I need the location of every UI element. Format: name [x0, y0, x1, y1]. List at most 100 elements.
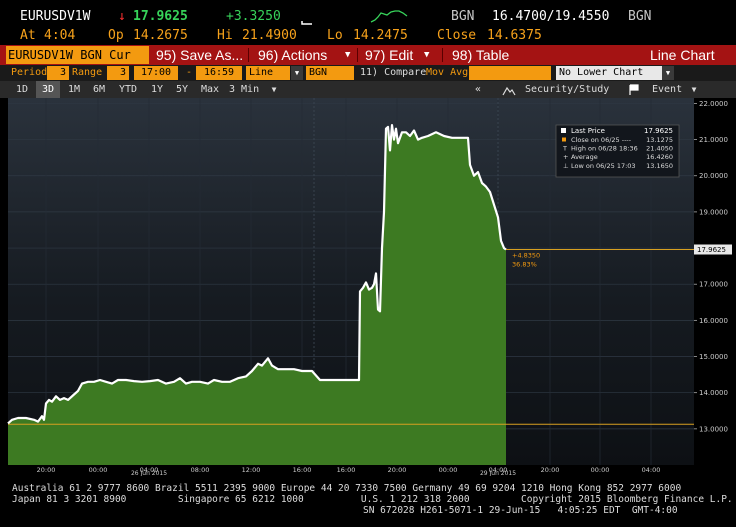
close-label: Close — [437, 28, 477, 43]
y-tick-label: 19.0000 — [699, 208, 728, 216]
save-as-button[interactable]: 95) Save As... — [156, 45, 243, 65]
open-label: Op — [108, 28, 124, 43]
range-button-1d[interactable]: 1D — [11, 81, 33, 98]
range-button-ytd[interactable]: YTD — [113, 81, 143, 98]
x-axis-band — [0, 465, 736, 476]
range-input[interactable]: 3 — [107, 66, 129, 80]
mountain-chart-icon[interactable] — [500, 81, 518, 98]
legend-label-low: Low on 06/25 17:03 — [571, 162, 636, 170]
event-dropdown-icon[interactable]: ▼ — [688, 81, 700, 98]
x-tick-label: 12:00 — [242, 466, 261, 474]
footer-line-1: Australia 61 2 9777 8600 Brazil 5511 239… — [12, 483, 682, 494]
chart-style-select[interactable]: Line — [246, 66, 290, 80]
legend-value-close: 13.1275 — [646, 136, 673, 144]
legend-label-high: High on 06/28 18:36 — [571, 145, 638, 153]
lower-chart-select[interactable]: No Lower Chart — [556, 66, 668, 80]
price-chart[interactable]: +4.8350 36.83% 13.0000 14.0000 15.0000 16.0… — [0, 98, 736, 476]
period-label: Period — [11, 67, 48, 78]
start-time-input[interactable]: 17:00 — [134, 66, 178, 80]
close-value: 14.6375 — [487, 28, 542, 43]
x-tick-label: 08:00 — [191, 466, 210, 474]
down-arrow-icon: ↓ — [118, 9, 126, 24]
at-time: 4:04 — [44, 28, 76, 43]
x-tick-label: 20:00 — [541, 466, 560, 474]
edit-menu[interactable]: 97) Edit — [365, 45, 413, 65]
x-tick-label: 20:00 — [37, 466, 56, 474]
command-bar: EURUSDV1W BGN Cur 95) Save As... 96) Act… — [0, 45, 736, 65]
range-button-1m[interactable]: 1M — [63, 81, 85, 98]
x-tick-label: 00:00 — [89, 466, 108, 474]
x-tick-label: 16:00 — [293, 466, 312, 474]
x-tick-label: 20:00 — [388, 466, 407, 474]
compare-button[interactable]: 11) Compare — [360, 66, 426, 80]
range-button-5y[interactable]: 5Y — [171, 81, 193, 98]
y-tick-label: 14.0000 — [699, 389, 728, 397]
x-tick-label: 00:00 — [439, 466, 458, 474]
end-time-input[interactable]: 16:59 — [196, 66, 242, 80]
event-button[interactable]: Event — [652, 81, 686, 98]
bid-ask: 16.4700/19.4550 — [492, 9, 610, 24]
y-tick-label: 21.0000 — [699, 136, 728, 144]
legend-label-last: Last Price — [571, 127, 605, 135]
chart-style-dropdown-icon[interactable]: ▼ — [291, 66, 303, 80]
last-price: 17.9625 — [133, 9, 188, 24]
legend-value-average: 16.4260 — [646, 153, 673, 161]
period-bar: Period 3 Range 3 17:00 - 16:59 Line ▼ BG… — [0, 65, 736, 81]
divider — [248, 48, 249, 62]
period-input[interactable]: 3 — [47, 66, 69, 80]
source-input[interactable]: BGN — [306, 66, 354, 80]
legend-swatch-last — [561, 128, 566, 133]
date-label: 29 Jun 2015 — [480, 470, 516, 476]
open-value: 14.2675 — [133, 28, 188, 43]
range-button-1y[interactable]: 1Y — [146, 81, 168, 98]
ticker-input[interactable]: EURUSDV1W BGN Cur — [6, 46, 149, 64]
collapse-panel-icon[interactable]: « — [470, 81, 486, 98]
divider — [442, 48, 443, 62]
security-study-button[interactable]: Security/Study — [525, 81, 609, 98]
x-tick-label: 04:00 — [642, 466, 661, 474]
range-button-3d[interactable]: 3D — [36, 81, 60, 98]
y-tick-label: 17.0000 — [699, 281, 728, 289]
footer-line-2: Japan 81 3 3201 8900 Singapore 65 6212 1… — [12, 494, 733, 505]
y-axis: 13.000014.000015.000016.000017.000018.00… — [694, 100, 728, 433]
legend-marker-low: ⊥ — [563, 162, 569, 170]
date-label: 26 Jun 2015 — [131, 470, 167, 476]
at-label: At — [20, 28, 36, 43]
price-change: +3.3250 — [226, 9, 281, 24]
ticker-symbol[interactable]: EURUSDV1W — [20, 7, 90, 27]
last-price-tag: 17.9625 — [694, 244, 732, 255]
change-annotation: +4.8350 — [512, 252, 540, 260]
lower-chart-dropdown-icon[interactable]: ▼ — [662, 66, 674, 80]
x-tick-label: 16:00 — [337, 466, 356, 474]
interval-select[interactable]: 3 Min — [229, 81, 271, 98]
flag-icon[interactable] — [627, 81, 641, 98]
legend-value-last: 17.9625 — [644, 127, 673, 135]
legend-marker-high: T — [562, 145, 567, 153]
actions-menu[interactable]: 96) Actions — [258, 45, 327, 65]
edit-dropdown-icon[interactable]: ▼ — [424, 45, 429, 65]
table-button[interactable]: 98) Table — [452, 45, 509, 65]
interval-dropdown-icon[interactable]: ▼ — [268, 81, 280, 98]
high-value: 21.4900 — [242, 28, 297, 43]
legend-label-close: Close on 06/25 ---- — [571, 136, 632, 144]
high-label: Hi — [217, 28, 233, 43]
chart-type-label: Line Chart — [650, 47, 715, 63]
quote-row-2: At 4:04 Op 14.2675 Hi 21.4900 Lo 14.2475… — [0, 26, 736, 46]
x-tick-label: 00:00 — [591, 466, 610, 474]
range-bar: 1D 3D 1M 6M YTD 1Y 5Y Max 3 Min ▼ « Secu… — [0, 81, 736, 98]
quote-row-1: EURUSDV1W ↓ 17.9625 +3.3250 BGN 16.4700/… — [0, 7, 736, 27]
legend-marker-average: + — [563, 153, 568, 161]
actions-dropdown-icon[interactable]: ▼ — [345, 45, 350, 65]
legend: Last Price 17.9625 Close on 06/25 ---- 1… — [555, 124, 680, 178]
range-button-6m[interactable]: 6M — [88, 81, 110, 98]
range-label: Range — [72, 67, 103, 78]
legend-swatch-close — [562, 137, 566, 142]
mov-avg-input[interactable] — [469, 66, 551, 80]
time-range-separator: - — [186, 67, 193, 78]
mov-avg-label: Mov Avg — [426, 67, 469, 78]
source-label: BGN — [451, 9, 475, 24]
range-button-max[interactable]: Max — [196, 81, 224, 98]
source-label-2: BGN — [628, 9, 652, 24]
last-price-tag-text: 17.9625 — [697, 246, 726, 254]
y-tick-label: 16.0000 — [699, 317, 728, 325]
